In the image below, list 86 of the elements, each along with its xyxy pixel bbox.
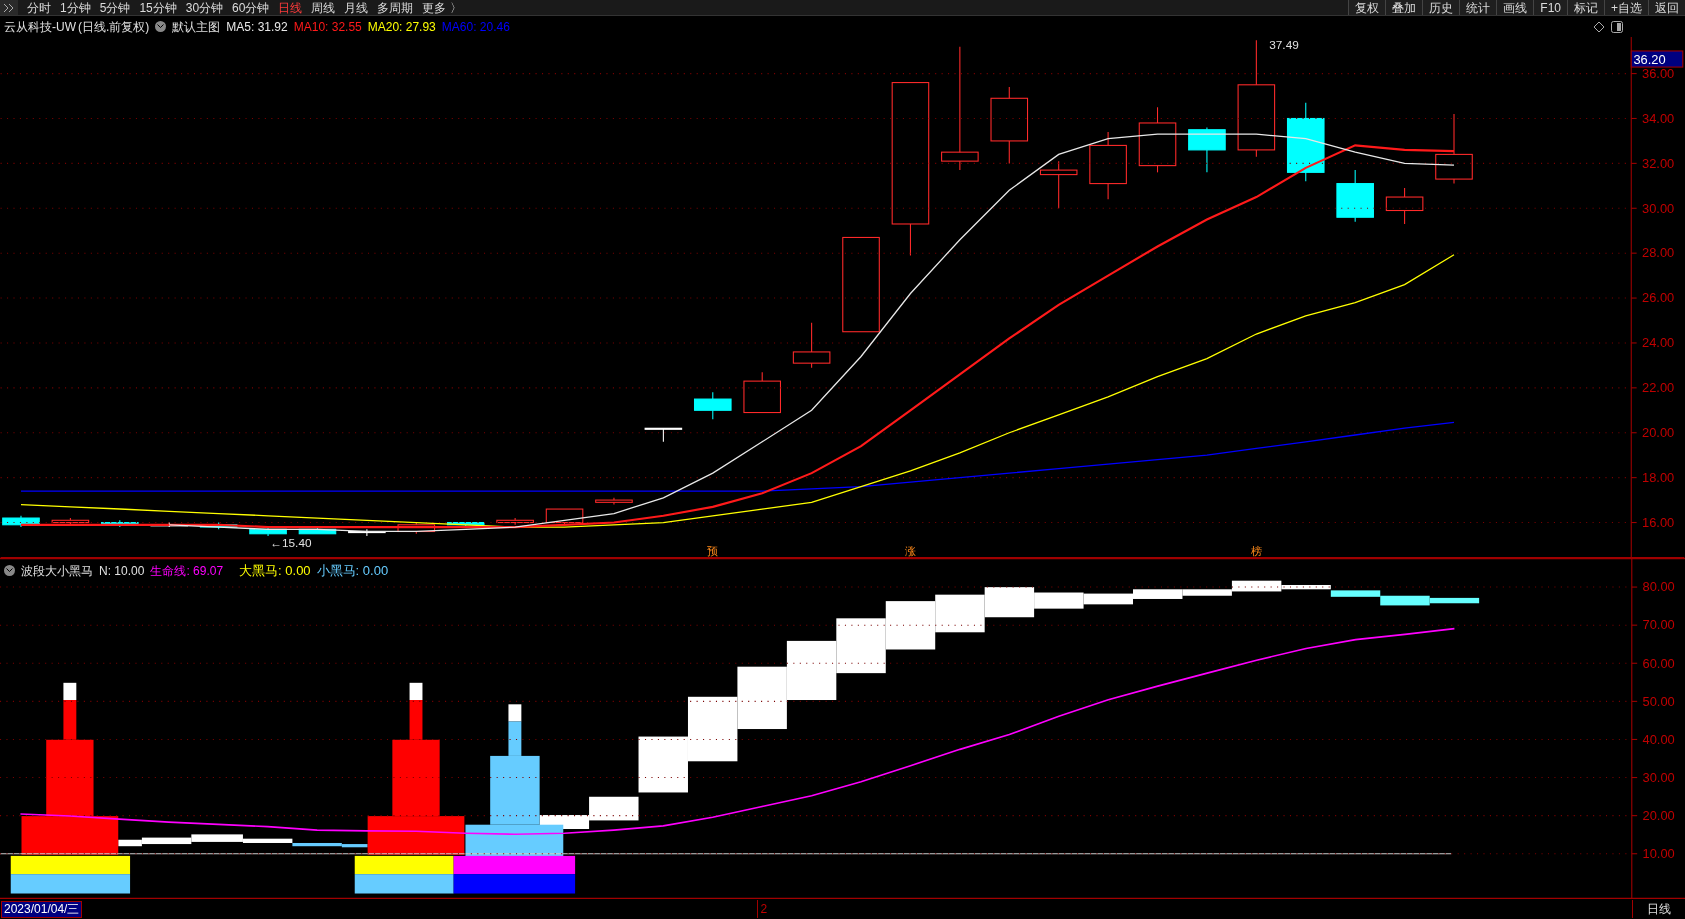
- period-tab[interactable]: 月线: [344, 0, 369, 16]
- candlestick: [743, 371, 781, 414]
- ma-value: MA10: 32.55: [293, 18, 362, 36]
- collapse-icon[interactable]: [0, 0, 18, 15]
- life-line-value: 生命线: 69.07: [150, 562, 224, 580]
- candlestick: [1188, 126, 1226, 173]
- candlestick: [1138, 106, 1177, 173]
- template-label[interactable]: 默认主图: [172, 17, 221, 36]
- candlestick: [1089, 131, 1127, 200]
- candlestick: [1385, 187, 1424, 225]
- panel-icon[interactable]: [1611, 20, 1623, 33]
- toolbar-button[interactable]: 历史: [1422, 0, 1460, 15]
- candlestick: [1336, 169, 1374, 223]
- period-tab[interactable]: 60分钟: [232, 0, 270, 16]
- axis-label: 20.00: [1642, 425, 1675, 441]
- price-badge: 36.20: [1630, 50, 1684, 68]
- candlestick: [792, 322, 831, 369]
- candlestick: [249, 526, 287, 537]
- cursor-label: 2: [757, 900, 768, 918]
- axis-label: 34.00: [1642, 110, 1675, 126]
- candlestick: [644, 427, 683, 443]
- ma-value: MA60: 20.46: [441, 18, 510, 36]
- ma-value: MA5: 31.92: [226, 18, 288, 36]
- toolbar-button[interactable]: 返回: [1648, 0, 1685, 15]
- axis-label: 22.00: [1642, 380, 1675, 396]
- axis-label: 50.00: [1642, 693, 1675, 709]
- dropdown-icon[interactable]: [155, 21, 167, 32]
- ma-value: MA20: 27.93: [367, 18, 436, 36]
- axis-label: 60.00: [1642, 655, 1675, 671]
- toolbar-button[interactable]: 叠加: [1385, 0, 1423, 15]
- high-price-label: 37.49: [1269, 37, 1299, 52]
- candlestick: [446, 522, 485, 528]
- indicator-value: N: 10.00: [99, 562, 145, 580]
- candlestick: [397, 522, 436, 535]
- toolbar-button[interactable]: 画线: [1496, 0, 1534, 15]
- axis-label: 28.00: [1642, 245, 1675, 261]
- candlestick: [348, 528, 386, 537]
- axis-label: 10.00: [1642, 846, 1675, 862]
- candlestick: [1039, 160, 1078, 209]
- toolbar-button[interactable]: 统计: [1459, 0, 1497, 15]
- dropdown-icon[interactable]: [4, 565, 15, 577]
- axis-label: 20.00: [1642, 807, 1675, 823]
- event-mark: 榜: [1250, 544, 1262, 557]
- event-mark: 预: [707, 544, 719, 557]
- candlestick: [1435, 113, 1473, 185]
- axis-label: 70.00: [1642, 617, 1675, 633]
- event-mark: 涨: [905, 544, 917, 557]
- period-tab[interactable]: 周线: [311, 0, 336, 16]
- period-tab[interactable]: 1分钟: [60, 0, 91, 16]
- date-label: 2023/01/04/三: [1, 900, 83, 918]
- candlestick: [694, 391, 732, 420]
- axis-label: 40.00: [1642, 731, 1675, 747]
- axis-label: 26.00: [1642, 290, 1675, 306]
- period-tab[interactable]: 多周期: [377, 0, 414, 16]
- axis-label: 36.00: [1642, 65, 1675, 81]
- candlestick: [150, 522, 189, 528]
- toolbar-button[interactable]: +自选: [1604, 0, 1648, 15]
- candlestick: [199, 522, 238, 530]
- toolbar-button[interactable]: 复权: [1348, 0, 1386, 15]
- period-tab[interactable]: 15分钟: [139, 0, 177, 16]
- axis-label: 30.00: [1642, 200, 1675, 216]
- indicator-name: 波段大小黑马: [21, 562, 93, 580]
- axis-label: 32.00: [1642, 155, 1675, 171]
- stock-title: 云从科技-UW: [4, 18, 76, 36]
- toolbar-button[interactable]: F10: [1533, 0, 1567, 15]
- axis-label: 80.00: [1642, 579, 1675, 595]
- candlestick: [298, 526, 337, 535]
- candlestick: [51, 517, 90, 526]
- axis-label: 18.00: [1642, 469, 1675, 485]
- period-tab[interactable]: 更多 〉: [422, 0, 462, 16]
- axis-label: 24.00: [1642, 335, 1675, 351]
- candlestick: [545, 508, 584, 526]
- candlestick: [2, 515, 40, 528]
- period-tab[interactable]: 30分钟: [185, 0, 224, 16]
- period-tab[interactable]: 日线: [278, 0, 303, 16]
- low-price-label: ←15.40: [270, 535, 312, 550]
- axis-label: 16.00: [1642, 514, 1675, 530]
- diamond-icon[interactable]: [1593, 20, 1605, 33]
- period-tab[interactable]: 5分钟: [99, 0, 131, 16]
- candlestick: [595, 497, 633, 506]
- period-tab[interactable]: 分时: [27, 0, 51, 16]
- toolbar-button[interactable]: 标记: [1567, 0, 1604, 15]
- candlestick: [496, 517, 534, 526]
- axis-label: 30.00: [1642, 769, 1675, 785]
- period-label: 日线: [1632, 900, 1685, 918]
- chart-mode: (日线.前复权): [78, 18, 150, 36]
